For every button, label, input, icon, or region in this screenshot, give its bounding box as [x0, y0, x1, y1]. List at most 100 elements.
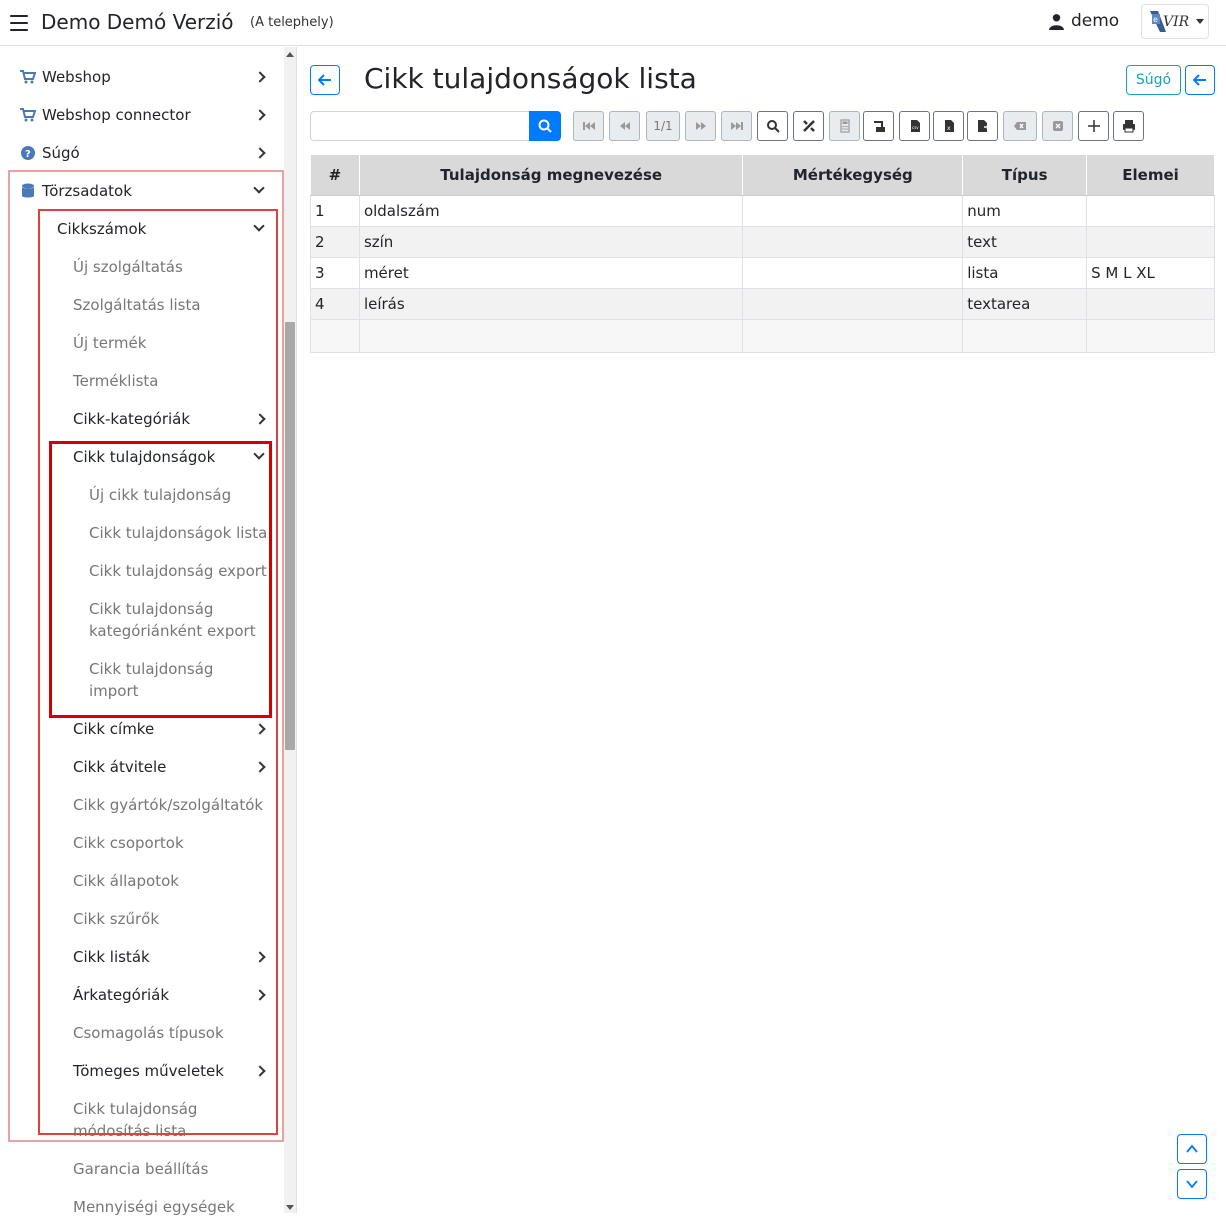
sidebar-item-cikk-tulajdonsagok-lista[interactable]: Cikk tulajdonságok lista — [89, 522, 267, 544]
table-cell — [742, 226, 964, 258]
user-icon — [1049, 13, 1064, 30]
add-button[interactable] — [1078, 111, 1109, 141]
sidebar-item-cikk-tulajdonsag-kategoriankent-export[interactable]: Cikk tulajdonság kategóriánként export — [89, 598, 269, 642]
sidebar-item-label: Webshop connector — [42, 106, 191, 124]
table-row[interactable]: 1 oldalszám num — [310, 195, 1215, 227]
user-menu[interactable]: demo — [1048, 11, 1119, 31]
sidebar-item-cikkszamok[interactable]: Cikkszámok — [57, 218, 146, 240]
excel-export-button[interactable]: x — [933, 111, 964, 141]
sidebar-item-uj-szolgaltatas[interactable]: Új szolgáltatás — [73, 256, 183, 278]
sidebar-item-cikk-tulajdonsag-import[interactable]: Cikk tulajdonság import — [89, 658, 229, 702]
scroll-bottom-button[interactable] — [1177, 1169, 1207, 1199]
sidebar-item-cikk-tulajdonsag-export[interactable]: Cikk tulajdonság export — [89, 560, 267, 582]
table-cell — [310, 319, 360, 353]
backspace-icon — [1014, 122, 1026, 130]
properties-table: # Tulajdonság megnevezése Mértékegység T… — [310, 154, 1215, 353]
menu-icon[interactable] — [10, 15, 28, 31]
svg-text:?: ? — [25, 149, 31, 160]
table-row[interactable]: 2 szín text — [310, 226, 1215, 258]
sidebar-item-cikk-csoportok[interactable]: Cikk csoportok — [73, 832, 184, 854]
cancel-button[interactable] — [1042, 111, 1073, 141]
cart-icon — [20, 108, 36, 122]
sidebar-item-cikk-tulajdonsag-modositas-lista[interactable]: Cikk tulajdonság módosítás lista — [73, 1098, 263, 1136]
sidebar-item-torzsadatok[interactable]: Törzsadatok — [20, 180, 132, 202]
tools-button[interactable] — [793, 111, 824, 141]
csv-file-icon: csv — [910, 120, 920, 132]
chevron-down-icon — [1186, 1180, 1198, 1189]
last-page-button[interactable] — [721, 111, 752, 141]
table-cell: oldalszám — [358, 195, 744, 227]
rewind-icon — [619, 122, 630, 130]
table-row[interactable]: 3 méret lista S M L XL — [310, 257, 1215, 289]
sidebar-item-cikk-atvitele[interactable]: Cikk átvitele — [73, 756, 166, 778]
first-page-button[interactable] — [573, 111, 604, 141]
sidebar-item-cikk-gyartok[interactable]: Cikk gyártók/szolgáltatók — [73, 794, 263, 816]
user-name: demo — [1071, 11, 1120, 31]
sidebar-item-cikk-allapotok[interactable]: Cikk állapotok — [73, 870, 179, 892]
sidebar-item-help[interactable]: ? Súgó — [20, 142, 80, 164]
sidebar-scroll-thumb[interactable] — [285, 322, 295, 750]
table-cell: szín — [358, 226, 744, 258]
table-cell: 4 — [310, 288, 360, 320]
print-icon — [1122, 120, 1135, 133]
svg-text:VIR: VIR — [1163, 14, 1190, 30]
calculator-button[interactable] — [829, 111, 860, 141]
logo-dropdown[interactable]: e VIR — [1141, 4, 1209, 39]
column-header-number[interactable]: # — [310, 154, 360, 196]
table-row[interactable]: 4 leírás textarea — [310, 288, 1215, 320]
arrow-left-icon — [318, 74, 331, 86]
table-cell: 3 — [310, 257, 360, 289]
sidebar-item-cikk-tulajdonsagok[interactable]: Cikk tulajdonságok — [73, 446, 215, 468]
scroll-top-button[interactable] — [1177, 1134, 1207, 1164]
column-header-unit[interactable]: Mértékegység — [742, 154, 964, 196]
back-button[interactable] — [310, 65, 340, 95]
help-button[interactable]: Súgó — [1126, 65, 1181, 95]
back-button-right[interactable] — [1185, 65, 1215, 95]
cart-icon — [20, 70, 36, 84]
search-button[interactable] — [529, 111, 561, 141]
page-indicator: 1/1 — [646, 111, 680, 141]
column-header-elements[interactable]: Elemei — [1086, 154, 1215, 196]
sidebar-item-uj-termek[interactable]: Új termék — [73, 332, 146, 354]
scroll-icon — [873, 121, 885, 132]
filter-search-button[interactable] — [757, 111, 788, 141]
sidebar-item-tomeges-muveletek[interactable]: Tömeges műveletek — [73, 1060, 224, 1082]
next-page-button[interactable] — [685, 111, 716, 141]
print-button[interactable] — [1113, 111, 1144, 141]
chevron-up-icon — [1186, 1144, 1198, 1153]
export-button[interactable] — [967, 111, 998, 141]
table-cell: méret — [358, 257, 744, 289]
scroll-down-arrow-icon[interactable] — [286, 1205, 294, 1210]
table-cell — [1086, 288, 1215, 320]
sidebar-item-uj-cikk-tulajdonsag[interactable]: Új cikk tulajdonság — [89, 484, 231, 506]
sidebar-item-mennyisegi-egysegek[interactable]: Mennyiségi egységek — [73, 1196, 235, 1218]
column-header-name[interactable]: Tulajdonság megnevezése — [358, 154, 744, 196]
sidebar-item-szolgaltatas-lista[interactable]: Szolgáltatás lista — [73, 294, 201, 316]
sidebar-item-label: Webshop — [42, 68, 111, 86]
last-page-icon — [730, 122, 743, 130]
arrow-left-icon — [1193, 74, 1206, 86]
sidebar-item-garancia-beallitas[interactable]: Garancia beállítás — [73, 1158, 208, 1180]
prev-page-button[interactable] — [609, 111, 640, 141]
sidebar-item-webshop-connector[interactable]: Webshop connector — [20, 104, 191, 126]
column-header-type[interactable]: Típus — [962, 154, 1088, 196]
scroll-button[interactable] — [863, 111, 894, 141]
sidebar-item-arkategoriak[interactable]: Árkategóriák — [73, 984, 169, 1006]
scroll-up-arrow-icon[interactable] — [286, 52, 294, 57]
csv-export-button[interactable]: csv — [899, 111, 930, 141]
sidebar-item-cikk-kategoriak[interactable]: Cikk-kategóriák — [73, 408, 190, 430]
sidebar-item-csomagolas-tipusok[interactable]: Csomagolás típusok — [73, 1022, 224, 1044]
sidebar-item-cikk-cimke[interactable]: Cikk címke — [73, 718, 154, 740]
search-input[interactable] — [310, 111, 530, 141]
table-cell: 1 — [310, 195, 360, 227]
sidebar-item-webshop[interactable]: Webshop — [20, 66, 111, 88]
sidebar-item-cikk-szurok[interactable]: Cikk szűrők — [73, 908, 159, 930]
fast-forward-icon — [695, 122, 706, 130]
clear-button[interactable] — [1003, 111, 1037, 141]
close-square-icon — [1052, 121, 1063, 131]
sidebar-item-termeklista[interactable]: Terméklista — [73, 370, 159, 392]
top-bar: Demo Demó Verzió (A telephely) demo e VI… — [0, 0, 1226, 46]
sidebar-item-cikk-listak[interactable]: Cikk listák — [73, 946, 150, 968]
excel-file-icon: x — [944, 120, 954, 132]
question-circle-icon: ? — [21, 146, 35, 160]
